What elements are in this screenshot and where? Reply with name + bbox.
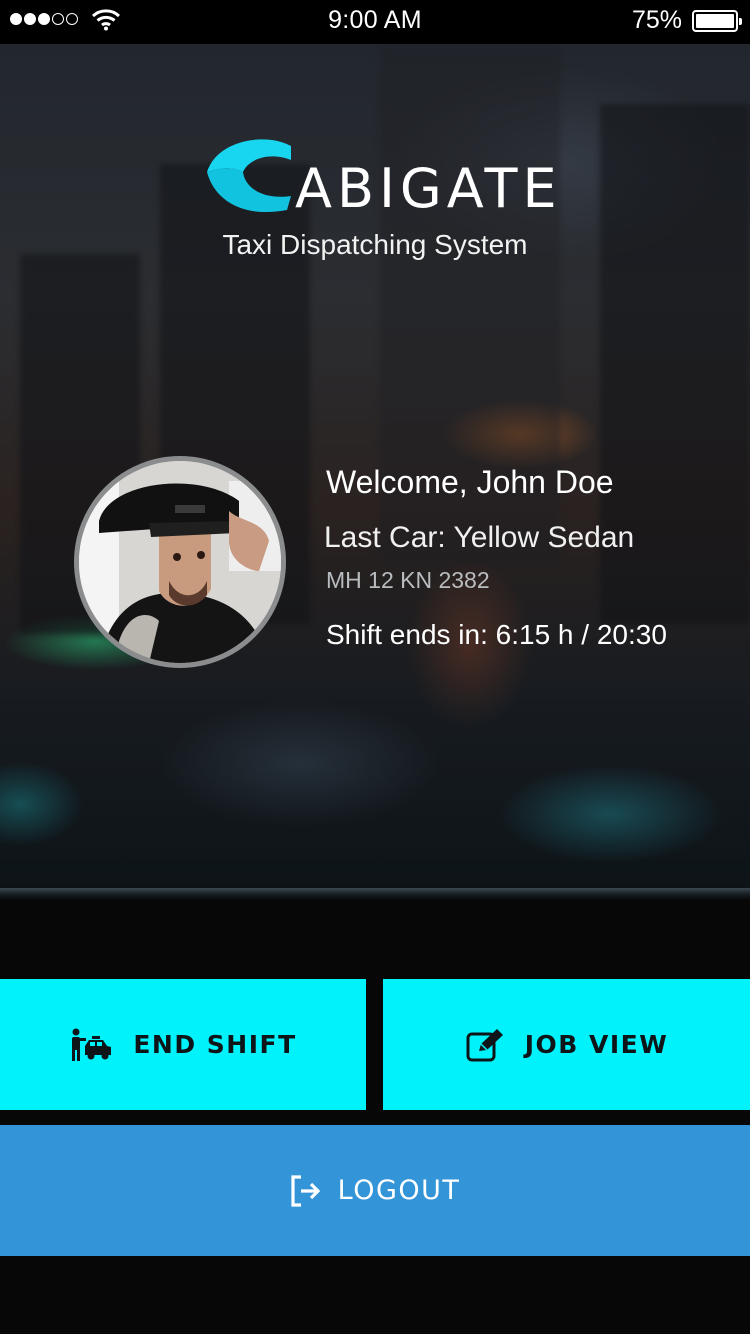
- logout-icon: [291, 1174, 320, 1207]
- logo-wordmark: ABIGATE: [295, 157, 562, 220]
- cabigate-logo: ABIGATE: [205, 136, 557, 216]
- shift-ends-text: Shift ends in: 6:15 h / 20:30: [326, 619, 667, 650]
- driver-avatar: [74, 456, 286, 668]
- license-plate-text: MH 12 KN 2382: [326, 567, 490, 593]
- logo-c-mark: [207, 139, 291, 213]
- tagline: Taxi Dispatching System: [222, 229, 528, 260]
- end-shift-button[interactable]: END SHIFT: [0, 979, 366, 1110]
- driver-taxi-icon: [72, 1028, 112, 1061]
- logout-button[interactable]: LOGOUT: [0, 1125, 750, 1256]
- edit-icon: [466, 1028, 503, 1061]
- end-shift-label: END SHIFT: [133, 1030, 297, 1059]
- job-view-label: JOB VIEW: [524, 1030, 669, 1059]
- last-car-text: Last Car: Yellow Sedan: [324, 521, 635, 554]
- battery-icon: [692, 10, 742, 32]
- logout-label: LOGOUT: [337, 1175, 461, 1206]
- hero-divider: [0, 888, 750, 900]
- welcome-text: Welcome, John Doe: [326, 464, 614, 500]
- battery-percentage: 75%: [631, 6, 682, 34]
- job-view-button[interactable]: JOB VIEW: [383, 979, 750, 1110]
- status-bar: 9:00 AM 75%: [0, 0, 750, 44]
